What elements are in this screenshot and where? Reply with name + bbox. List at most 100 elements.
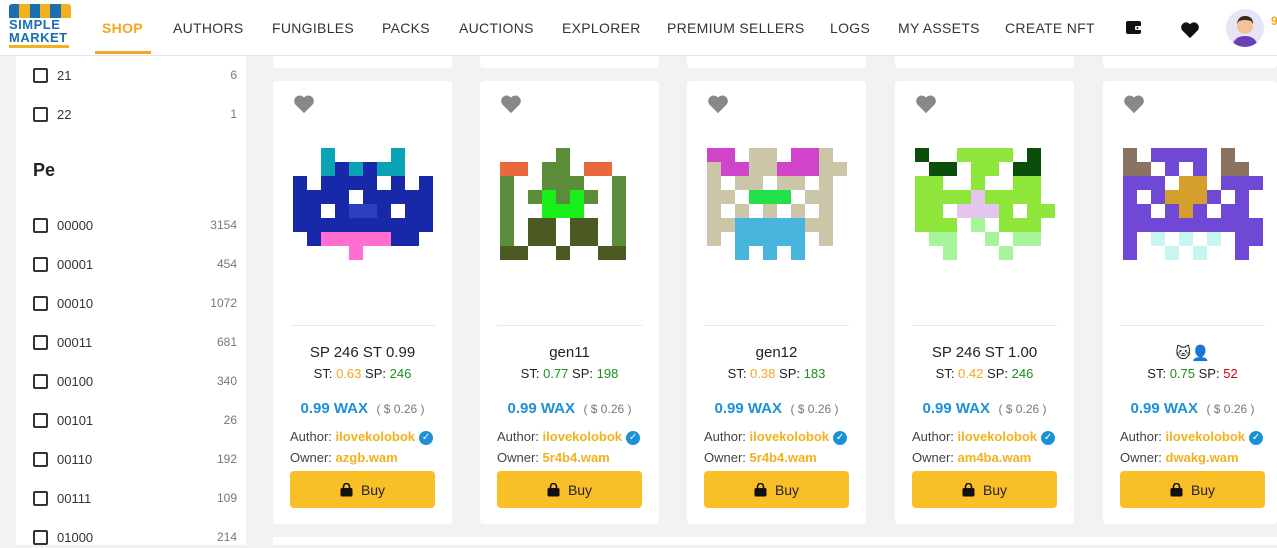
nav-my-assets[interactable]: MY ASSETS [898,20,980,36]
nft-card[interactable]: SP 246 ST 0.99 ST: 0.63 SP: 246 0.99 WAX… [273,81,452,524]
favorites-heart-icon[interactable] [1180,21,1200,39]
nft-pixel [1027,162,1041,176]
author-link[interactable]: ilovekolobok [750,429,829,444]
st-label: ST: [520,366,540,381]
nav-packs[interactable]: PACKS [382,20,430,36]
filter-option[interactable]: 00110 192 [33,450,237,470]
user-avatar[interactable] [1226,9,1264,47]
nav-authors[interactable]: AUTHORS [173,20,244,36]
nav-fungibles[interactable]: FUNGIBLES [272,20,354,36]
nft-pixel [791,232,805,246]
nft-card[interactable]: SP 246 ST 1.00 ST: 0.42 SP: 246 0.99 WAX… [895,81,1074,524]
filter-checkbox[interactable] [33,374,48,389]
nft-pixel [612,246,626,260]
nft-owner: Owner: 5r4b4.wam [704,450,817,465]
previous-row-card [1103,56,1277,68]
filter-option[interactable]: 22 1 [33,105,237,125]
buy-label: Buy [1190,481,1216,498]
filter-checkbox[interactable] [33,530,48,545]
nft-pixel [514,246,528,260]
nft-pixel [363,204,377,218]
filter-option[interactable]: 00000 3154 [33,216,237,236]
nft-pixel [1165,162,1179,176]
filter-checkbox[interactable] [33,296,48,311]
filter-checkbox[interactable] [33,335,48,350]
nft-card[interactable]: gen12 ST: 0.38 SP: 183 0.99 WAX ( $ 0.26… [687,81,866,524]
nft-card[interactable]: gen11 ST: 0.77 SP: 198 0.99 WAX ( $ 0.26… [480,81,659,524]
buy-button[interactable]: Buy [290,471,435,508]
nft-image[interactable] [293,134,433,274]
verified-check-icon: ✓ [833,431,848,445]
filter-option[interactable]: 00100 340 [33,372,237,392]
filter-checkbox[interactable] [33,68,48,83]
nft-image[interactable] [1123,134,1263,274]
buy-button[interactable]: Buy [497,471,642,508]
previous-row-card [480,56,659,68]
avatar-person-icon [1232,16,1258,47]
owner-link[interactable]: dwakg.wam [1166,450,1239,465]
filter-option[interactable]: 21 6 [33,66,237,86]
nft-pixel [542,162,556,176]
nav-logs[interactable]: LOGS [830,20,870,36]
owner-link[interactable]: azgb.wam [336,450,398,465]
buy-button[interactable]: Buy [704,471,849,508]
nft-image[interactable] [915,134,1055,274]
author-link[interactable]: ilovekolobok [543,429,622,444]
filter-option[interactable]: 00111 109 [33,489,237,509]
filter-label: 21 [57,68,72,83]
filter-option[interactable]: 00001 454 [33,255,237,275]
nft-pixel [1013,190,1027,204]
nft-pixel [556,246,570,260]
nft-pixel [819,162,833,176]
filter-sidebar: 21 6 22 1 Pe 00000 3154 00001 454 00010 … [16,56,246,545]
owner-link[interactable]: 5r4b4.wam [750,450,817,465]
nft-image[interactable] [707,134,847,274]
filter-checkbox[interactable] [33,257,48,272]
nft-pixel [556,204,570,218]
favorite-heart-icon[interactable] [500,94,522,114]
nft-pixel [1013,218,1027,232]
nft-pixel [707,148,721,162]
nft-pixel [1235,176,1249,190]
nft-pixel [1041,204,1055,218]
nft-pixel [999,246,1013,260]
author-link[interactable]: ilovekolobok [1166,429,1245,444]
owner-label: Owner: [704,450,746,465]
favorite-heart-icon[interactable] [915,94,937,114]
sp-label: SP: [365,366,386,381]
wallet-icon[interactable] [1126,20,1142,35]
filter-option[interactable]: 01000 214 [33,528,237,548]
filter-option[interactable]: 00011 681 [33,333,237,353]
owner-link[interactable]: 5r4b4.wam [543,450,610,465]
nav-premium-sellers[interactable]: PREMIUM SELLERS [667,20,805,36]
favorite-heart-icon[interactable] [1123,94,1145,114]
filter-checkbox[interactable] [33,491,48,506]
nft-pixel [999,190,1013,204]
filter-checkbox[interactable] [33,452,48,467]
filter-option[interactable]: 00101 26 [33,411,237,431]
nft-pixel [349,232,363,246]
nft-pixel [929,218,943,232]
owner-link[interactable]: am4ba.wam [958,450,1032,465]
nav-create-nft[interactable]: CREATE NFT [1005,20,1095,36]
simple-market-logo[interactable]: SIMPLE MARKET [9,4,71,52]
buy-button[interactable]: Buy [1120,471,1265,508]
nft-pixel [791,176,805,190]
nft-author: Author: ilovekolobok ✓ [497,429,641,445]
filter-checkbox[interactable] [33,107,48,122]
nav-auctions[interactable]: AUCTIONS [459,20,534,36]
author-link[interactable]: ilovekolobok [958,429,1037,444]
filter-option[interactable]: 00010 1072 [33,294,237,314]
nft-pixel [570,190,584,204]
nft-image[interactable] [500,134,640,274]
nft-pixel [721,148,735,162]
filter-checkbox[interactable] [33,413,48,428]
author-link[interactable]: ilovekolobok [336,429,415,444]
nft-card[interactable]: 🐱👤 ST: 0.75 SP: 52 0.99 WAX ( $ 0.26 ) A… [1103,81,1277,524]
favorite-heart-icon[interactable] [707,94,729,114]
filter-checkbox[interactable] [33,218,48,233]
nav-shop[interactable]: SHOP [102,20,143,36]
favorite-heart-icon[interactable] [293,94,315,114]
nav-explorer[interactable]: EXPLORER [562,20,641,36]
buy-button[interactable]: Buy [912,471,1057,508]
